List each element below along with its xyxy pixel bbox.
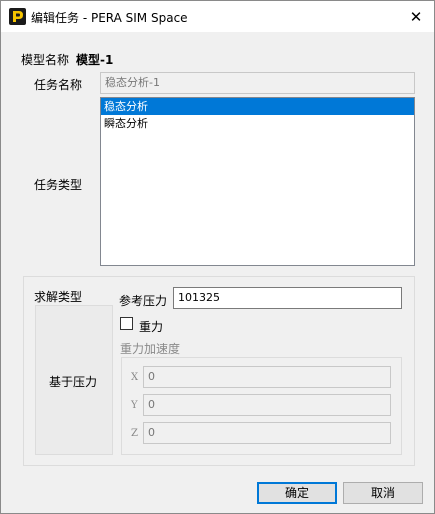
- model-name-value: 模型-1: [76, 53, 114, 67]
- pera-app-icon: [9, 8, 26, 25]
- gravity-label: 重力: [139, 320, 164, 334]
- task-type-list[interactable]: 稳态分析 瞬态分析: [100, 97, 415, 266]
- cancel-button[interactable]: 取消: [343, 482, 423, 504]
- task-type-item-steady[interactable]: 稳态分析: [101, 98, 414, 115]
- solver-type-label: 求解类型: [34, 290, 83, 304]
- gravity-y-input[interactable]: 0: [143, 394, 391, 416]
- z-axis-label: Z: [131, 428, 138, 439]
- close-icon[interactable]: ✕: [406, 7, 426, 27]
- task-type-item-transient[interactable]: 瞬态分析: [101, 115, 414, 132]
- title-bar[interactable]: 编辑任务 - PERA SIM Space ✕: [1, 1, 434, 32]
- gravity-z-input[interactable]: 0: [143, 422, 391, 444]
- gravity-checkbox[interactable]: [120, 317, 133, 330]
- ref-pressure-input[interactable]: 101325: [173, 287, 402, 309]
- window-title: 编辑任务 - PERA SIM Space: [31, 11, 188, 25]
- pressure-based-label: 基于压力: [49, 375, 98, 389]
- y-axis-label: Y: [131, 400, 138, 411]
- task-name-label: 任务名称: [34, 78, 83, 92]
- ok-button[interactable]: 确定: [257, 482, 337, 504]
- task-name-field[interactable]: 稳态分析-1: [100, 72, 415, 94]
- gravity-x-input[interactable]: 0: [143, 366, 391, 388]
- ref-pressure-label: 参考压力: [119, 294, 168, 308]
- x-axis-label: X: [131, 372, 139, 383]
- task-type-label: 任务类型: [34, 178, 83, 192]
- edit-task-dialog: 编辑任务 - PERA SIM Space ✕ 模型名称 模型-1 任务名称 稳…: [0, 0, 435, 514]
- gravity-accel-label: 重力加速度: [120, 342, 181, 356]
- model-name-label: 模型名称: [21, 53, 70, 67]
